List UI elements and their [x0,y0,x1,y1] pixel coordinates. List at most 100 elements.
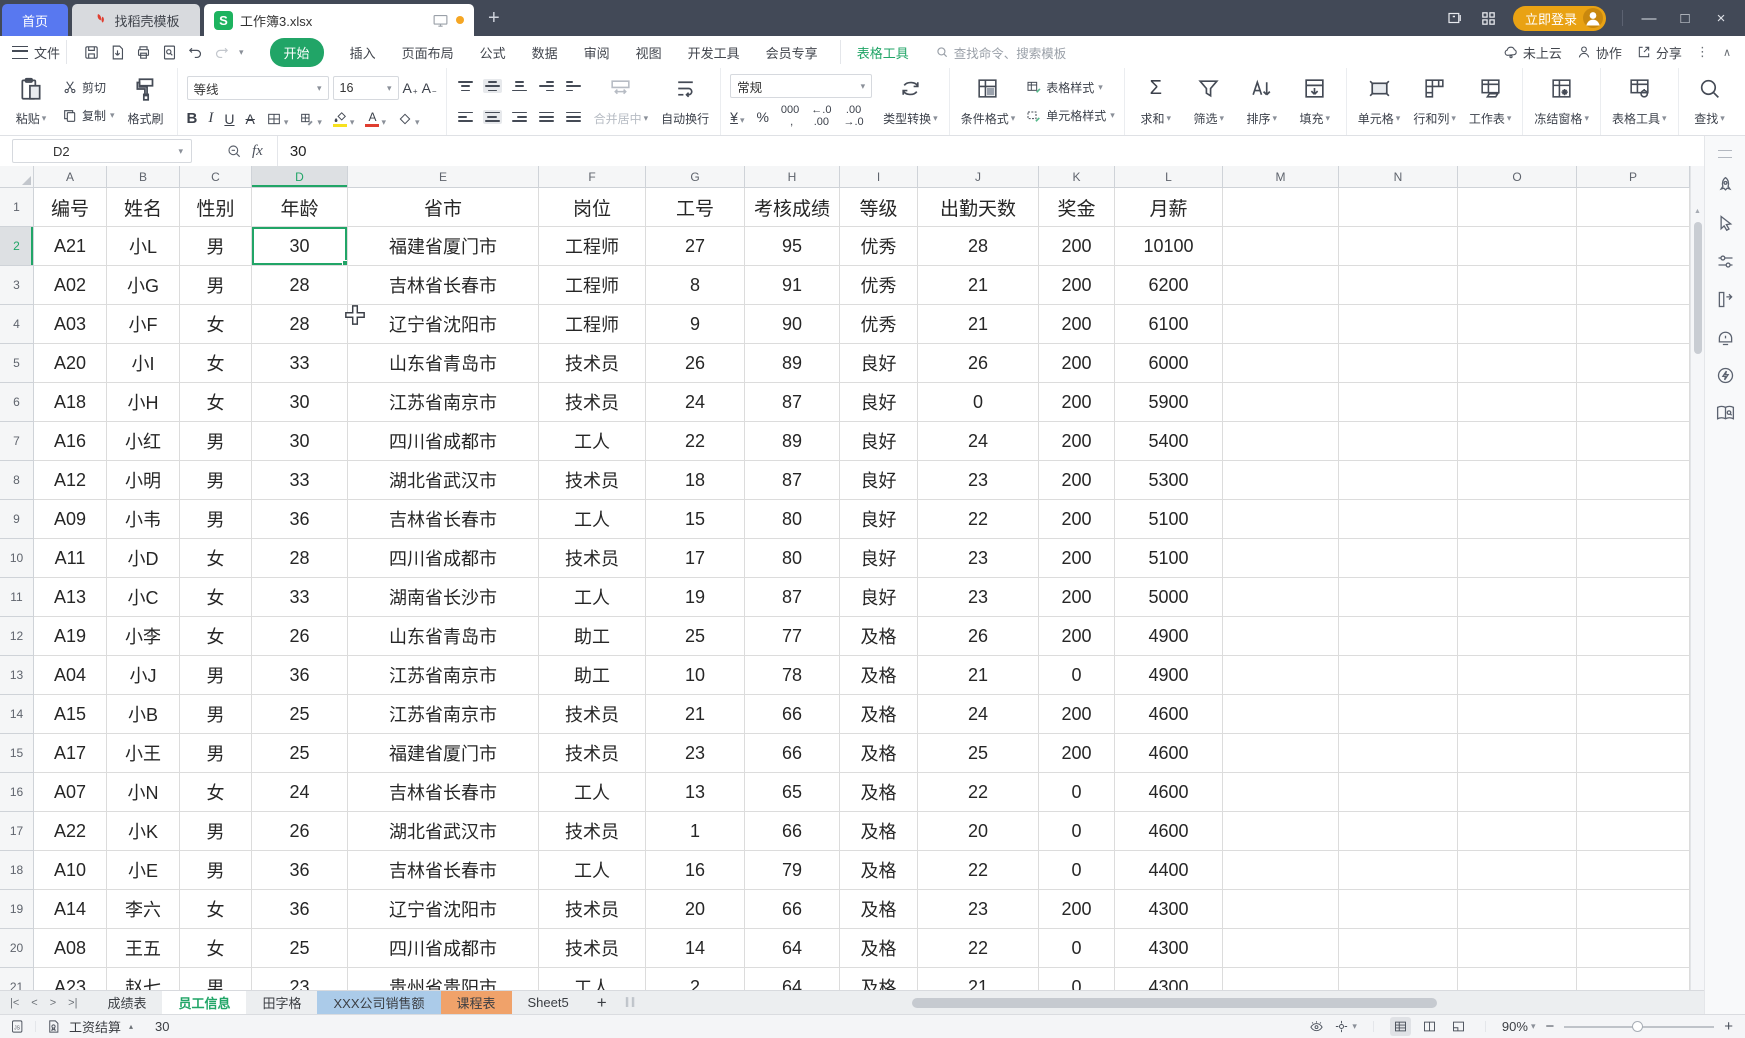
cell[interactable]: 小B [107,695,180,734]
column-header[interactable]: C [180,166,252,188]
cell[interactable]: 4600 [1115,812,1223,851]
cell[interactable]: A11 [34,539,107,578]
cell[interactable]: 5400 [1115,422,1223,461]
cell[interactable] [1223,617,1339,656]
cell[interactable]: 25 [646,617,745,656]
sheet-tab[interactable]: 成绩表 [91,991,162,1014]
collaborate-button[interactable]: 协作 [1576,43,1622,62]
cell[interactable]: 湖北省武汉市 [348,812,539,851]
cell[interactable]: 及格 [840,929,918,968]
cell[interactable] [1458,695,1577,734]
cell[interactable]: 13 [646,773,745,812]
cell[interactable] [1458,578,1577,617]
cell[interactable]: 200 [1039,461,1115,500]
cell[interactable]: 87 [745,383,840,422]
name-box[interactable]: D2▾ [12,139,192,163]
row-header[interactable]: 11 [0,578,34,617]
cell[interactable]: 0 [918,383,1039,422]
cell[interactable]: 男 [180,851,252,890]
cell[interactable]: 23 [646,734,745,773]
cell[interactable]: 6200 [1115,266,1223,305]
cell[interactable]: 200 [1039,890,1115,929]
cell[interactable]: 小王 [107,734,180,773]
cell[interactable]: 及格 [840,695,918,734]
cell[interactable]: 小J [107,656,180,695]
cell[interactable]: 23 [918,539,1039,578]
column-header[interactable]: G [646,166,745,188]
menu-item[interactable]: 视图 [636,43,662,62]
add-sheet-button[interactable]: + [585,991,619,1014]
align-center-icon[interactable] [483,110,502,124]
zoom-level[interactable]: 90%▾ [1502,1019,1536,1034]
cell[interactable] [1223,695,1339,734]
cell[interactable] [1339,617,1458,656]
cell[interactable]: 工人 [539,968,646,990]
merge-center-button[interactable]: 合并居中▾ [592,73,651,130]
cell[interactable] [1339,422,1458,461]
cell[interactable]: 工人 [539,422,646,461]
cell[interactable]: 15 [646,500,745,539]
cell[interactable]: 工程师 [539,305,646,344]
cell[interactable] [1577,773,1690,812]
cell[interactable]: 工人 [539,578,646,617]
cell[interactable]: 200 [1039,539,1115,578]
cell[interactable]: 4300 [1115,929,1223,968]
redo-icon[interactable] [213,44,230,61]
cell[interactable] [1577,656,1690,695]
scroll-up-icon[interactable]: ▲ [1694,208,1701,215]
zoom-in-button[interactable]: + [1724,1018,1733,1035]
cell[interactable] [1339,383,1458,422]
cell[interactable]: 王五 [107,929,180,968]
cell[interactable] [1223,968,1339,990]
row-header[interactable]: 12 [0,617,34,656]
column-header[interactable]: B [107,166,180,188]
column-header[interactable]: H [745,166,840,188]
cell[interactable]: 技术员 [539,890,646,929]
number-format-select[interactable]: 常规▾ [730,74,872,98]
cell[interactable]: 22 [918,773,1039,812]
cell[interactable] [1458,344,1577,383]
bold-button[interactable]: B [187,110,198,127]
cell[interactable]: 小K [107,812,180,851]
cell[interactable]: 16 [646,851,745,890]
row-header[interactable]: 8 [0,461,34,500]
cell[interactable] [1577,188,1690,227]
cell[interactable]: 8 [646,266,745,305]
cell[interactable]: 工程师 [539,266,646,305]
cell[interactable] [1458,851,1577,890]
cell[interactable]: 36 [252,656,348,695]
cell[interactable]: 男 [180,500,252,539]
column-header[interactable]: J [918,166,1039,188]
percent-button[interactable]: % [756,109,768,125]
column-convert-icon[interactable] [1715,289,1736,310]
cell[interactable] [1339,890,1458,929]
cell[interactable]: A14 [34,890,107,929]
column-header[interactable]: E [348,166,539,188]
cell[interactable]: 65 [745,773,840,812]
cut-button[interactable]: 剪切 [62,79,115,96]
cell[interactable]: 21 [918,656,1039,695]
cell[interactable]: 200 [1039,578,1115,617]
cell[interactable]: 90 [745,305,840,344]
underline-button[interactable]: U [224,111,234,127]
align-middle-icon[interactable] [483,79,502,93]
cell[interactable]: 89 [745,422,840,461]
cell[interactable] [1458,266,1577,305]
cell[interactable]: 200 [1039,266,1115,305]
table-tools-button[interactable]: 表格工具▾ [1610,73,1669,130]
cell[interactable]: 66 [745,734,840,773]
cell[interactable]: 33 [252,578,348,617]
cell[interactable] [1223,305,1339,344]
cell[interactable] [1339,656,1458,695]
decrease-decimal-button[interactable]: .00→.0 [843,105,863,128]
cell[interactable]: 66 [745,695,840,734]
cell[interactable] [1458,539,1577,578]
increase-decimal-button[interactable]: ←.0.00 [811,105,831,128]
cell[interactable]: 姓名 [107,188,180,227]
menu-item[interactable]: 开发工具 [688,43,740,62]
cell[interactable]: 小F [107,305,180,344]
cell[interactable]: 工号 [646,188,745,227]
row-header[interactable]: 1 [0,188,34,227]
cell[interactable] [1223,422,1339,461]
cell[interactable]: 小G [107,266,180,305]
